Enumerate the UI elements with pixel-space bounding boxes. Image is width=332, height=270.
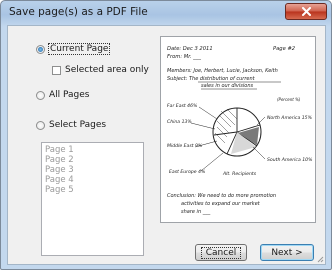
preview-page-number: Page #2 — [273, 46, 295, 52]
current-page-radio[interactable] — [36, 44, 45, 54]
preview-date: Date: Dec 3 2011 — [167, 46, 213, 52]
pie-sketch — [212, 107, 262, 157]
preview-note-1: Conclusion: We need to do more promotion — [167, 193, 276, 199]
title-bar[interactable]: Save page(s) as a PDF File — [1, 1, 331, 25]
cancel-button-label: Cancel — [200, 246, 242, 259]
preview-right-label-2: South America 10% — [267, 157, 312, 163]
preview-note-3: share in ___ — [181, 209, 211, 215]
all-pages-label: All Pages — [49, 90, 90, 100]
resize-grip-icon[interactable] — [316, 255, 324, 263]
preview-note-2: activities to expand our market — [181, 201, 261, 207]
current-page-label: Current Page — [47, 43, 111, 55]
page-preview: Date: Dec 3 2011 Page #2 From: Mr. ___ M… — [160, 36, 316, 223]
selected-area-checkbox[interactable] — [52, 65, 61, 75]
dialog-title: Save page(s) as a PDF File — [9, 6, 148, 18]
close-icon — [301, 7, 311, 16]
select-pages-radio[interactable] — [36, 120, 45, 130]
dialog-window: Save page(s) as a PDF File Current Page … — [0, 0, 332, 270]
preview-left-label-2: China 13% — [167, 119, 192, 125]
preview-left-label-1: Far East 46% — [167, 103, 197, 109]
list-item[interactable]: Page 4 — [45, 175, 140, 185]
current-page-option[interactable]: Current Page — [36, 43, 111, 55]
select-pages-label: Select Pages — [49, 120, 107, 130]
list-item[interactable]: Page 1 — [45, 145, 140, 155]
selected-area-label: Selected area only — [65, 65, 149, 75]
preview-right-label-3: Alt. Recipients — [222, 171, 257, 177]
preview-from: From: Mr. ___ — [167, 54, 201, 60]
list-item[interactable]: Page 5 — [45, 185, 140, 195]
preview-scale-label: (Percent %) — [277, 97, 301, 102]
all-pages-option[interactable]: All Pages — [36, 90, 90, 100]
preview-left-label-4: East Europe 4% — [169, 169, 205, 175]
all-pages-radio[interactable] — [36, 90, 45, 100]
pages-listbox[interactable]: Page 1 Page 2 Page 3 Page 4 Page 5 — [41, 142, 144, 256]
list-item[interactable]: Page 2 — [45, 155, 140, 165]
close-button[interactable] — [285, 3, 327, 20]
handwritten-page-preview: Date: Dec 3 2011 Page #2 From: Mr. ___ M… — [167, 46, 312, 215]
dialog-client-area: Current Page Selected area only All Page… — [7, 25, 326, 265]
next-button-label: Next > — [271, 247, 303, 258]
preview-members: Members: Joe, Herbert, Lucie, Jackson, K… — [167, 68, 278, 74]
preview-subject: Subject: The distribution of current — [167, 76, 256, 82]
list-item[interactable]: Page 3 — [45, 165, 140, 175]
selected-area-option[interactable]: Selected area only — [52, 65, 149, 75]
cancel-button[interactable]: Cancel — [195, 244, 247, 261]
preview-right-label-1: North America 15% — [267, 115, 312, 121]
preview-left-label-3: Middle East 9% — [167, 143, 202, 149]
select-pages-option[interactable]: Select Pages — [36, 120, 106, 130]
next-button[interactable]: Next > — [260, 244, 314, 261]
preview-subject-continued: sales in our divisions — [201, 83, 253, 89]
